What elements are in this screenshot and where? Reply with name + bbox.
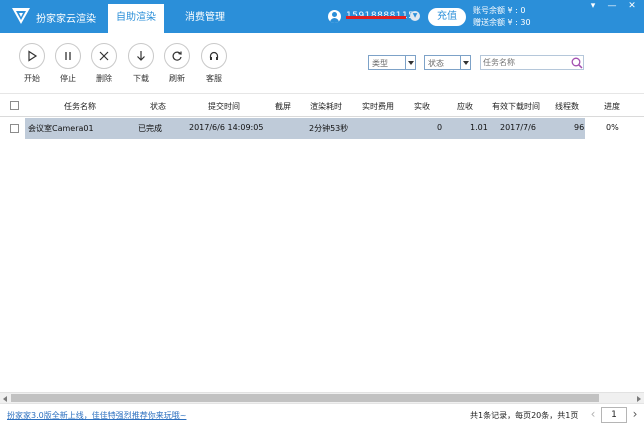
- download-button[interactable]: 下载: [124, 43, 158, 84]
- delete-label: 删除: [96, 74, 112, 83]
- vip-badge-icon[interactable]: ▼: [410, 11, 420, 21]
- search-input[interactable]: [483, 57, 567, 68]
- window-close-button[interactable]: ✕: [621, 0, 643, 13]
- cell-progress: 0%: [606, 123, 619, 132]
- column-header-threads[interactable]: 线程数: [555, 101, 579, 112]
- cell-received: 0: [437, 123, 443, 132]
- close-icon: [99, 51, 109, 61]
- refresh-button[interactable]: 刷新: [160, 43, 194, 84]
- gift-balance: 赠送余额 ¥ : 30: [473, 18, 531, 27]
- chevron-down-icon: [460, 56, 470, 69]
- pause-icon: [65, 52, 71, 60]
- status-select[interactable]: 状态: [424, 55, 471, 70]
- tab-self-render[interactable]: 自助渲染: [108, 4, 164, 33]
- refresh-icon: [172, 51, 182, 61]
- customer-service-label: 客服: [206, 74, 222, 83]
- task-table: 任务名称 状态 提交时间 截屏 渲染耗时 实时费用 实收 应收 有效下载时间 线…: [0, 93, 644, 393]
- prev-page-button[interactable]: ‹: [587, 408, 599, 422]
- tab-consume-manage[interactable]: 消费管理: [166, 4, 244, 33]
- stop-button[interactable]: 停止: [51, 43, 85, 84]
- redaction-mark: [346, 16, 406, 19]
- column-header-submit-time[interactable]: 提交时间: [208, 101, 240, 112]
- horizontal-scrollbar[interactable]: [0, 392, 644, 403]
- column-header-screenshot[interactable]: 截屏: [275, 101, 291, 112]
- cell-receivable: 1.01: [470, 123, 488, 132]
- promo-link[interactable]: 扮家家3.0版全新上线，佳佳特强烈推荐你来玩哦~: [7, 410, 186, 421]
- delete-button[interactable]: 删除: [87, 43, 121, 84]
- recharge-button[interactable]: 充值: [428, 8, 466, 26]
- cell-threads: 96: [574, 123, 585, 132]
- app-logo-icon: [12, 8, 30, 24]
- column-header-download-time[interactable]: 有效下载时间: [492, 101, 540, 112]
- cell-render-time: 2分钟53秒: [309, 124, 349, 133]
- tab-consume-manage-label: 消费管理: [185, 12, 225, 23]
- scroll-right-arrow-icon[interactable]: [634, 394, 644, 403]
- window-menu-button[interactable]: ▾: [584, 0, 602, 13]
- refresh-label: 刷新: [169, 74, 185, 83]
- column-header-realtime-cost[interactable]: 实时费用: [362, 101, 394, 112]
- pagination-info: 共1条记录，每页20条，共1页: [470, 411, 579, 420]
- column-header-progress[interactable]: 进度: [604, 101, 620, 112]
- cell-submit-time: 2017/6/6 14:09:05: [189, 123, 264, 132]
- start-label: 开始: [24, 74, 40, 83]
- column-header-receivable[interactable]: 应收: [457, 101, 473, 112]
- row-checkbox[interactable]: [10, 124, 19, 133]
- chevron-down-icon: [405, 56, 415, 69]
- column-header-task-name[interactable]: 任务名称: [64, 101, 96, 112]
- status-select-value: 状态: [428, 59, 444, 68]
- scrollbar-thumb[interactable]: [11, 394, 599, 402]
- next-page-button[interactable]: ›: [629, 408, 641, 422]
- customer-service-button[interactable]: 客服: [197, 43, 231, 84]
- download-arrow-icon: [137, 51, 145, 61]
- headset-icon: [209, 51, 219, 60]
- search-icon[interactable]: [570, 57, 583, 69]
- current-page-field[interactable]: 1: [601, 407, 627, 423]
- start-button[interactable]: 开始: [15, 43, 49, 84]
- download-label: 下载: [133, 74, 149, 83]
- tab-self-render-label: 自助渲染: [116, 12, 156, 23]
- user-avatar-icon[interactable]: [328, 10, 341, 23]
- table-row[interactable]: 会议室Camera01 已完成 2017/6/6 14:09:05 2分钟53秒…: [0, 118, 644, 139]
- status-footer: 扮家家3.0版全新上线，佳佳特强烈推荐你来玩哦~ 共1条记录，每页20条，共1页…: [0, 403, 644, 425]
- search-box: [480, 55, 584, 70]
- title-bar: 扮家家云渲染 自助渲染 消费管理 15918888115 ▼ 充值 账号余额 ¥…: [0, 0, 644, 33]
- cell-task-name: 会议室Camera01: [28, 124, 94, 133]
- column-header-status[interactable]: 状态: [150, 101, 166, 112]
- cell-status: 已完成: [138, 124, 162, 133]
- column-header-received[interactable]: 实收: [414, 101, 430, 112]
- cell-download-until: 2017/7/6: [500, 123, 536, 132]
- type-select[interactable]: 类型: [368, 55, 416, 70]
- scroll-left-arrow-icon[interactable]: [0, 394, 10, 403]
- account-balance: 账号余额 ¥ : 0: [473, 6, 526, 15]
- select-all-checkbox[interactable]: [10, 101, 19, 110]
- column-header-render-time[interactable]: 渲染耗时: [310, 101, 342, 112]
- type-select-value: 类型: [372, 59, 388, 68]
- toolbar: 开始 停止 删除 下载 刷新 客服 类型 状态: [0, 33, 644, 93]
- play-icon: [28, 50, 38, 62]
- stop-label: 停止: [60, 74, 76, 83]
- table-header: 任务名称 状态 提交时间 截屏 渲染耗时 实时费用 实收 应收 有效下载时间 线…: [0, 93, 644, 117]
- window-minimize-button[interactable]: —: [603, 0, 621, 13]
- app-title: 扮家家云渲染: [36, 14, 96, 25]
